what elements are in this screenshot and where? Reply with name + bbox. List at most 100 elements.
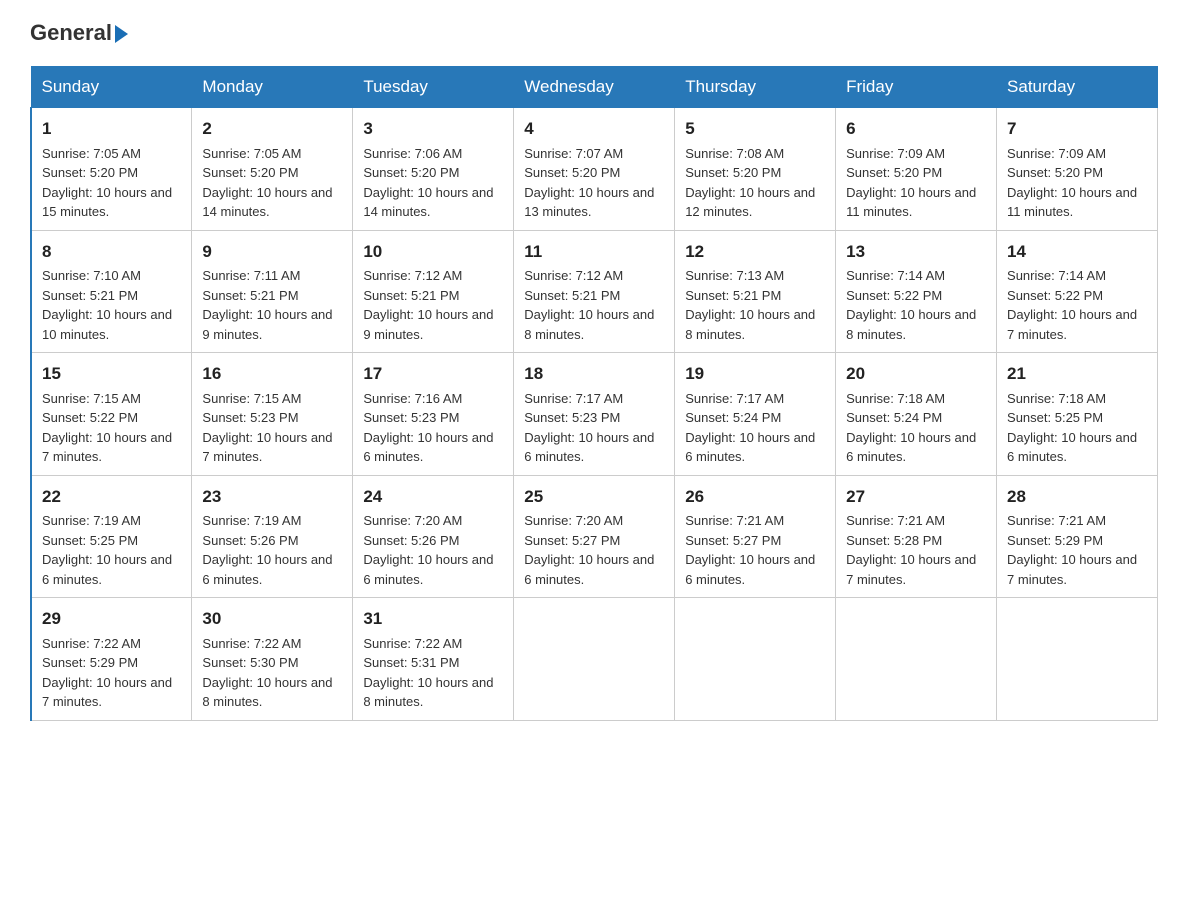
day-cell: 20Sunrise: 7:18 AMSunset: 5:24 PMDayligh… (836, 353, 997, 476)
day-cell: 24Sunrise: 7:20 AMSunset: 5:26 PMDayligh… (353, 475, 514, 598)
day-cell (997, 598, 1158, 721)
day-number: 3 (363, 116, 503, 142)
daylight-text: Daylight: 10 hours and 8 minutes. (685, 307, 815, 342)
day-number: 9 (202, 239, 342, 265)
day-number: 1 (42, 116, 181, 142)
sunset-text: Sunset: 5:29 PM (1007, 533, 1103, 548)
sunrise-text: Sunrise: 7:06 AM (363, 146, 462, 161)
sunset-text: Sunset: 5:24 PM (685, 410, 781, 425)
daylight-text: Daylight: 10 hours and 10 minutes. (42, 307, 172, 342)
daylight-text: Daylight: 10 hours and 6 minutes. (524, 430, 654, 465)
week-row-4: 22Sunrise: 7:19 AMSunset: 5:25 PMDayligh… (31, 475, 1158, 598)
sunrise-text: Sunrise: 7:09 AM (1007, 146, 1106, 161)
week-row-2: 8Sunrise: 7:10 AMSunset: 5:21 PMDaylight… (31, 230, 1158, 353)
day-number: 16 (202, 361, 342, 387)
week-row-1: 1 Sunrise: 7:05 AM Sunset: 5:20 PM Daylight… (31, 108, 1158, 231)
sunset-text: Sunset: 5:31 PM (363, 655, 459, 670)
day-cell: 31Sunrise: 7:22 AMSunset: 5:31 PMDayligh… (353, 598, 514, 721)
sunset-text: Sunset: 5:20 PM (524, 165, 620, 180)
sunset-text: Sunset: 5:22 PM (846, 288, 942, 303)
day-cell (514, 598, 675, 721)
week-row-5: 29Sunrise: 7:22 AMSunset: 5:29 PMDayligh… (31, 598, 1158, 721)
day-cell: 28Sunrise: 7:21 AMSunset: 5:29 PMDayligh… (997, 475, 1158, 598)
day-number: 23 (202, 484, 342, 510)
logo-triangle-icon (115, 25, 128, 43)
daylight-text: Daylight: 10 hours and 7 minutes. (1007, 307, 1137, 342)
daylight-text: Daylight: 10 hours and 7 minutes. (42, 430, 172, 465)
sunset-text: Sunset: 5:22 PM (1007, 288, 1103, 303)
sunrise-text: Sunrise: 7:07 AM (524, 146, 623, 161)
day-cell: 19Sunrise: 7:17 AMSunset: 5:24 PMDayligh… (675, 353, 836, 476)
daylight-text: Daylight: 10 hours and 6 minutes. (1007, 430, 1137, 465)
sunrise-text: Sunrise: 7:05 AM (42, 146, 141, 161)
day-number: 11 (524, 239, 664, 265)
day-cell: 16Sunrise: 7:15 AMSunset: 5:23 PMDayligh… (192, 353, 353, 476)
day-cell: 25Sunrise: 7:20 AMSunset: 5:27 PMDayligh… (514, 475, 675, 598)
day-number: 30 (202, 606, 342, 632)
sunrise-text: Sunrise: 7:11 AM (202, 268, 300, 283)
day-number: 29 (42, 606, 181, 632)
sunrise-text: Sunrise: 7:22 AM (202, 636, 301, 651)
day-number: 17 (363, 361, 503, 387)
day-cell: 15Sunrise: 7:15 AMSunset: 5:22 PMDayligh… (31, 353, 192, 476)
day-number: 14 (1007, 239, 1147, 265)
sunset-text: Sunset: 5:20 PM (363, 165, 459, 180)
sunset-text: Sunset: 5:27 PM (524, 533, 620, 548)
header-sunday: Sunday (31, 67, 192, 108)
logo-general-text: General (30, 20, 112, 46)
daylight-text: Daylight: 10 hours and 14 minutes. (363, 185, 493, 220)
sunset-text: Sunset: 5:24 PM (846, 410, 942, 425)
sunrise-text: Sunrise: 7:20 AM (524, 513, 623, 528)
daylight-text: Daylight: 10 hours and 9 minutes. (363, 307, 493, 342)
sunrise-text: Sunrise: 7:21 AM (1007, 513, 1106, 528)
sunset-text: Sunset: 5:30 PM (202, 655, 298, 670)
day-number: 24 (363, 484, 503, 510)
day-cell: 6Sunrise: 7:09 AMSunset: 5:20 PMDaylight… (836, 108, 997, 231)
header-thursday: Thursday (675, 67, 836, 108)
sunrise-text: Sunrise: 7:20 AM (363, 513, 462, 528)
sunset-text: Sunset: 5:20 PM (846, 165, 942, 180)
daylight-text: Daylight: 10 hours and 6 minutes. (363, 552, 493, 587)
day-number: 31 (363, 606, 503, 632)
header-friday: Friday (836, 67, 997, 108)
day-cell: 12Sunrise: 7:13 AMSunset: 5:21 PMDayligh… (675, 230, 836, 353)
daylight-text: Daylight: 10 hours and 15 minutes. (42, 185, 172, 220)
daylight-text: Daylight: 10 hours and 7 minutes. (202, 430, 332, 465)
week-row-3: 15Sunrise: 7:15 AMSunset: 5:22 PMDayligh… (31, 353, 1158, 476)
sunset-text: Sunset: 5:25 PM (1007, 410, 1103, 425)
sunrise-text: Sunrise: 7:17 AM (685, 391, 784, 406)
day-cell: 23Sunrise: 7:19 AMSunset: 5:26 PMDayligh… (192, 475, 353, 598)
sunrise-text: Sunrise: 7:12 AM (363, 268, 462, 283)
day-number: 4 (524, 116, 664, 142)
day-number: 2 (202, 116, 342, 142)
logo: General (30, 20, 128, 46)
calendar-header-row: SundayMondayTuesdayWednesdayThursdayFrid… (31, 67, 1158, 108)
daylight-text: Daylight: 10 hours and 8 minutes. (524, 307, 654, 342)
daylight-text: Daylight: 10 hours and 14 minutes. (202, 185, 332, 220)
sunset-text: Sunset: 5:21 PM (524, 288, 620, 303)
day-cell: 11 Sunrise: 7:12 AM Sunset: 5:21 PM Dayligh… (514, 230, 675, 353)
page-header: General (30, 20, 1158, 46)
day-cell (836, 598, 997, 721)
day-cell: 27Sunrise: 7:21 AMSunset: 5:28 PMDayligh… (836, 475, 997, 598)
day-number: 12 (685, 239, 825, 265)
day-cell: 18Sunrise: 7:17 AMSunset: 5:23 PMDayligh… (514, 353, 675, 476)
sunrise-text: Sunrise: 7:19 AM (202, 513, 301, 528)
day-number: 10 (363, 239, 503, 265)
sunset-text: Sunset: 5:21 PM (685, 288, 781, 303)
sunrise-text: Sunrise: 7:10 AM (42, 268, 141, 283)
daylight-text: Daylight: 10 hours and 11 minutes. (846, 185, 976, 220)
day-cell: 2Sunrise: 7:05 AMSunset: 5:20 PMDaylight… (192, 108, 353, 231)
daylight-text: Daylight: 10 hours and 6 minutes. (524, 552, 654, 587)
sunset-text: Sunset: 5:20 PM (685, 165, 781, 180)
day-cell: 5Sunrise: 7:08 AMSunset: 5:20 PMDaylight… (675, 108, 836, 231)
day-cell: 9Sunrise: 7:11 AMSunset: 5:21 PMDaylight… (192, 230, 353, 353)
sunrise-text: Sunrise: 7:05 AM (202, 146, 301, 161)
sunset-text: Sunset: 5:25 PM (42, 533, 138, 548)
sunrise-text: Sunrise: 7:22 AM (363, 636, 462, 651)
sunrise-text: Sunrise: 7:12 AM (524, 268, 623, 283)
daylight-text: Daylight: 10 hours and 8 minutes. (202, 675, 332, 710)
day-number: 18 (524, 361, 664, 387)
daylight-text: Daylight: 10 hours and 7 minutes. (1007, 552, 1137, 587)
day-cell: 13Sunrise: 7:14 AMSunset: 5:22 PMDayligh… (836, 230, 997, 353)
